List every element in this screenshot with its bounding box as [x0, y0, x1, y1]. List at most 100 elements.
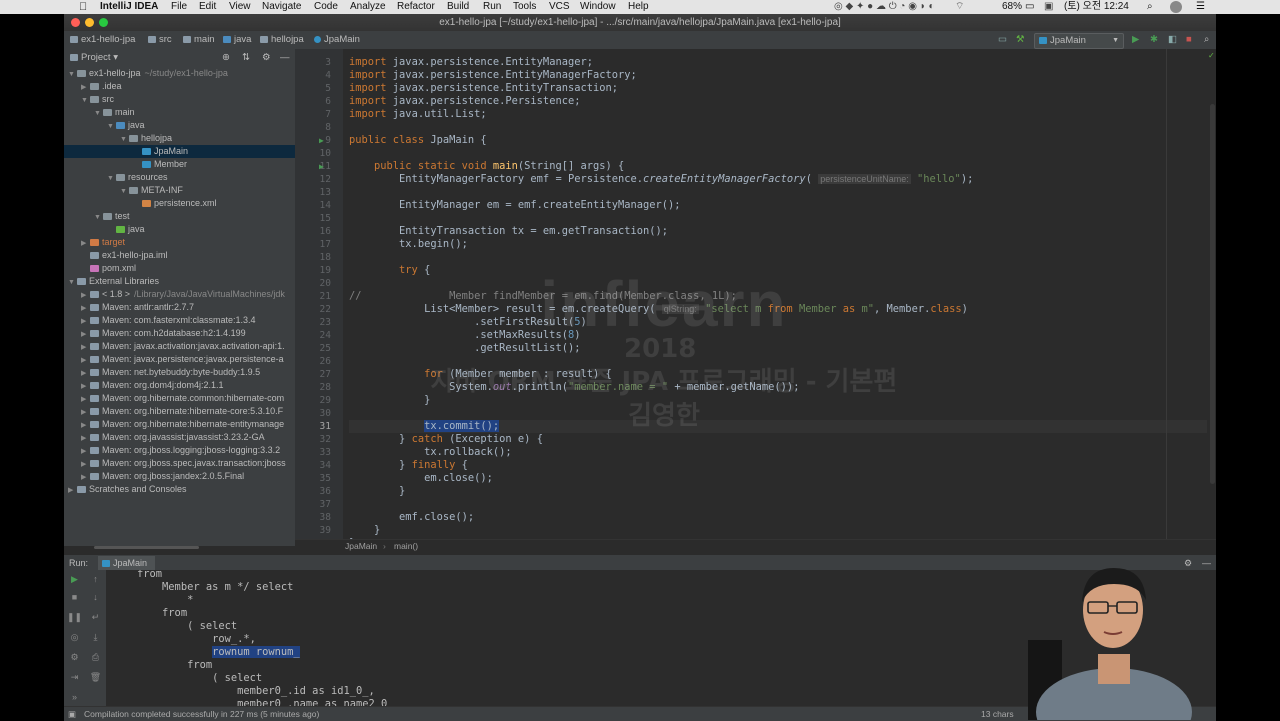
input-source-icon[interactable]: ▣	[1044, 0, 1053, 14]
tree-item[interactable]: ▶ Maven: org.hibernate:hibernate-core:5.3…	[64, 405, 295, 418]
menu-navigate[interactable]: Navigate	[262, 0, 301, 14]
editor-scrollbar[interactable]	[1210, 104, 1215, 484]
tree-item[interactable]: Member	[64, 158, 295, 171]
crumb-main[interactable]: main	[183, 31, 215, 49]
menu-run[interactable]: Run	[483, 0, 501, 14]
tree-item[interactable]: pom.xml	[64, 262, 295, 275]
code-line[interactable]: EntityManagerFactory emf = Persistence.c…	[349, 173, 973, 186]
chevron-right-icon[interactable]: ▶	[81, 406, 90, 418]
tree-item[interactable]: ▼ java	[64, 119, 295, 132]
battery-icon[interactable]: ▭	[1025, 0, 1034, 14]
breadcrumb-method[interactable]: main()	[394, 540, 418, 553]
tree-item[interactable]: ▶ Maven: org.hibernate:hibernate-entityma…	[64, 418, 295, 431]
tree-item[interactable]: ▶ Maven: org.dom4j:dom4j:2.1.1	[64, 379, 295, 392]
code-line[interactable]: import javax.persistence.EntityManagerFa…	[349, 69, 637, 82]
tree-item[interactable]: ▶ < 1.8 >/Library/Java/JavaVirtualMachine…	[64, 288, 295, 301]
rerun-icon[interactable]: ▶	[64, 570, 85, 588]
run-config-select[interactable]: JpaMain ▼	[1034, 33, 1124, 49]
crumb-class[interactable]: JpaMain	[314, 31, 360, 49]
menu-vcs[interactable]: VCS	[549, 0, 570, 14]
tree-item[interactable]: ex1-hello-jpa.iml	[64, 249, 295, 262]
menu-file[interactable]: File	[171, 0, 187, 14]
crumb-java[interactable]: java	[223, 31, 251, 49]
chevron-right-icon[interactable]: ▶	[81, 341, 90, 353]
status-icons[interactable]: ◎ ◆ ✦ ● ☁ ⏻ ◔ ◉ ◗ ◐	[834, 0, 935, 14]
code-line[interactable]: import javax.persistence.Persistence;	[349, 95, 580, 108]
tool-windows-icon[interactable]: ▣	[68, 707, 76, 721]
menu-analyze[interactable]: Analyze	[350, 0, 386, 14]
run-tab[interactable]: JpaMain	[98, 556, 156, 570]
tree-item[interactable]: ▼ META-INF	[64, 184, 295, 197]
tree-item[interactable]: ▶ Maven: javax.persistence:javax.persiste…	[64, 353, 295, 366]
tree-item[interactable]: ▼ resources	[64, 171, 295, 184]
stop-icon[interactable]: ■	[1186, 31, 1192, 49]
structure-icon[interactable]: ▭	[998, 31, 1007, 49]
menu-refactor[interactable]: Refactor	[397, 0, 435, 14]
notification-center-icon[interactable]: ☰	[1196, 0, 1205, 14]
tree-item[interactable]: ▼ ex1-hello-jpa ~/study/ex1-hello-jpa	[64, 67, 295, 80]
tree-item[interactable]: ▶ Scratches and Consoles	[64, 483, 295, 496]
chevron-right-icon[interactable]: ▶	[81, 328, 90, 340]
code-line[interactable]: public class JpaMain {	[349, 134, 487, 147]
chevron-down-icon[interactable]: ▼	[94, 107, 103, 119]
inspection-ok-icon[interactable]: ✓	[1208, 51, 1215, 60]
chevron-right-icon[interactable]: ▶	[81, 354, 90, 366]
chevron-right-icon[interactable]: ▶	[81, 380, 90, 392]
gear-icon[interactable]: ⚙	[262, 49, 271, 66]
menu-window[interactable]: Window	[580, 0, 616, 14]
debug-icon[interactable]: ✱	[1150, 31, 1158, 49]
tree-item[interactable]: ▶ target	[64, 236, 295, 249]
exit-icon[interactable]: ⇥	[64, 668, 85, 686]
status-message[interactable]: Compilation completed successfully in 22…	[84, 707, 319, 721]
chevron-down-icon[interactable]: ▼	[120, 133, 129, 145]
build-hammer-icon[interactable]: ⚒	[1016, 31, 1025, 49]
tree-item[interactable]: ▶ Maven: com.fasterxml:classmate:1.3.4	[64, 314, 295, 327]
chevron-right-icon[interactable]: ▶	[81, 81, 90, 93]
gutter-run-icon[interactable]: ▶	[319, 134, 324, 147]
chevron-right-icon[interactable]: ▶	[81, 315, 90, 327]
minimize-window-icon[interactable]	[85, 18, 94, 27]
dump-threads-icon[interactable]: ◎	[64, 628, 85, 646]
tree-item[interactable]: ▶ Maven: javax.activation:javax.activatio…	[64, 340, 295, 353]
code-line[interactable]: import java.util.List;	[349, 108, 487, 121]
stop-icon[interactable]: ■	[64, 588, 85, 606]
menu-edit[interactable]: Edit	[199, 0, 216, 14]
chevron-down-icon[interactable]: ▼	[81, 94, 90, 106]
tree-item[interactable]: ▶ Maven: org.jboss.logging:jboss-logging:…	[64, 444, 295, 457]
tree-item[interactable]: persistence.xml	[64, 197, 295, 210]
code-line[interactable]: import javax.persistence.EntityTransacti…	[349, 82, 618, 95]
tree-item[interactable]: ▼ test	[64, 210, 295, 223]
chevron-down-icon[interactable]: ▼	[94, 211, 103, 223]
code-line[interactable]: emf.close();	[349, 511, 474, 524]
tree-item[interactable]: ▶ Maven: org.jboss.spec.javax.transaction…	[64, 457, 295, 470]
crumb-src[interactable]: src	[148, 31, 172, 49]
run-icon[interactable]: ▶	[1132, 31, 1139, 49]
code-line[interactable]: import javax.persistence.EntityManager;	[349, 56, 593, 69]
tree-item[interactable]: ▶ Maven: org.hibernate.common:hibernate-c…	[64, 392, 295, 405]
tree-item[interactable]: ▼ src	[64, 93, 295, 106]
menu-clock[interactable]: (토) 오전 12:24	[1064, 0, 1129, 14]
tree-item[interactable]: JpaMain	[64, 145, 295, 158]
chevron-right-icon[interactable]: ▶	[81, 367, 90, 379]
chevron-right-icon[interactable]: ▶	[81, 302, 90, 314]
tree-item[interactable]: java	[64, 223, 295, 236]
code-line[interactable]: public static void main(String[] args) {	[349, 160, 624, 173]
menu-code[interactable]: Code	[314, 0, 338, 14]
tree-item[interactable]: ▶ Maven: antlr:antlr:2.7.7	[64, 301, 295, 314]
tree-item[interactable]: ▶ .idea	[64, 80, 295, 93]
coverage-icon[interactable]: ◧	[1168, 31, 1177, 49]
tree-item[interactable]: ▶ Maven: org.javassist:javassist:3.23.2-G…	[64, 431, 295, 444]
app-name[interactable]: IntelliJ IDEA	[100, 0, 158, 14]
tree-item[interactable]: ▼ main	[64, 106, 295, 119]
menu-build[interactable]: Build	[447, 0, 469, 14]
scroll-to-end-icon[interactable]: ⤓	[85, 628, 106, 646]
pause-icon[interactable]: ❚❚	[64, 608, 85, 626]
user-avatar-icon[interactable]	[1170, 1, 1182, 13]
tree-item[interactable]: ▼ External Libraries	[64, 275, 295, 288]
zoom-window-icon[interactable]	[99, 18, 108, 27]
spotlight-icon[interactable]: ⌕	[1147, 0, 1153, 14]
chevron-right-icon[interactable]: ▶	[68, 484, 77, 496]
chevron-down-icon[interactable]: ▼	[68, 68, 77, 80]
code-line[interactable]: }	[349, 485, 405, 498]
chevron-right-icon[interactable]: ▶	[81, 458, 90, 470]
